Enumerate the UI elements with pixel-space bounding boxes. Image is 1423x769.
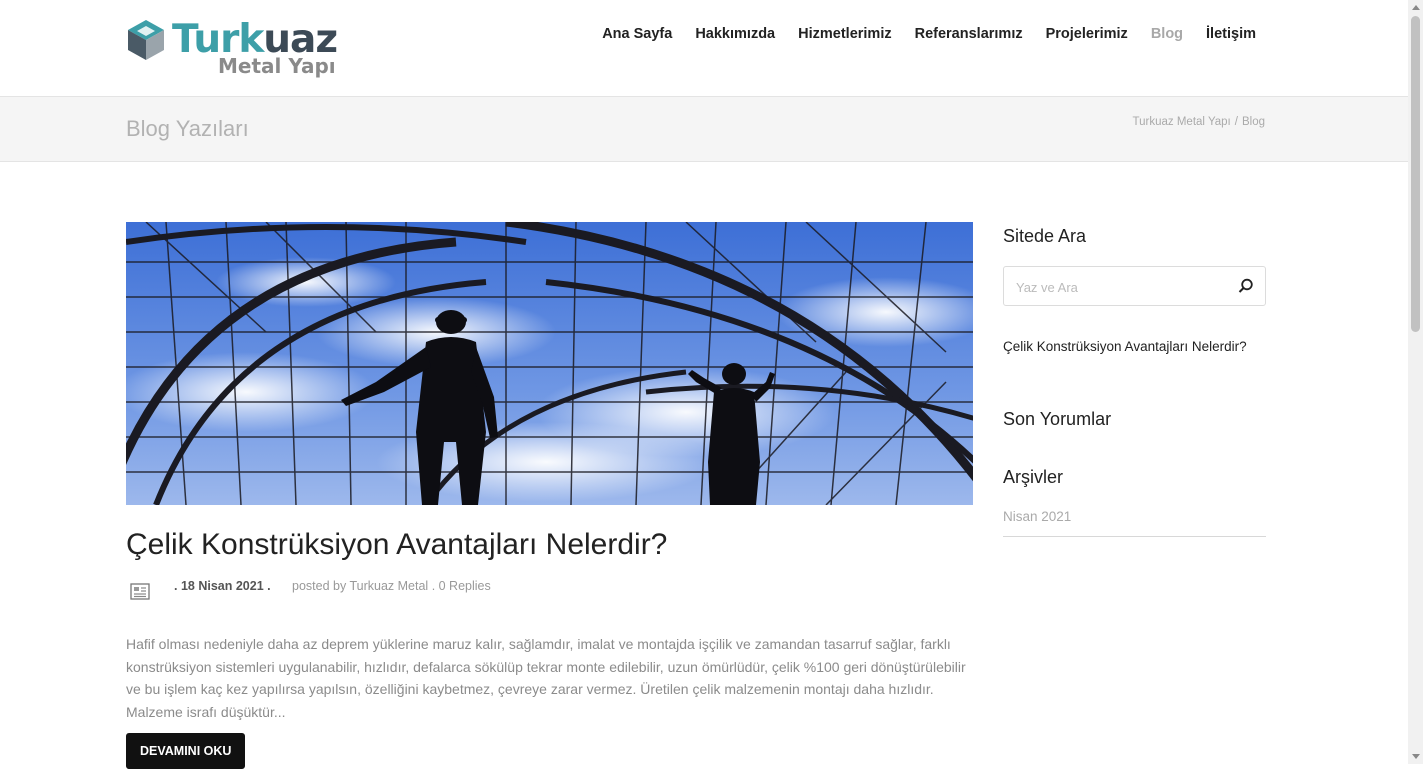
search-box <box>1003 266 1266 306</box>
posted-by-label: posted by <box>292 579 347 593</box>
nav-item-blog[interactable]: Blog <box>1151 24 1183 44</box>
post-date: . 18 Nisan 2021 . <box>174 579 271 593</box>
search-input[interactable] <box>1014 268 1228 306</box>
breadcrumb-home[interactable]: Turkuaz Metal Yapı <box>1133 116 1231 128</box>
site-logo[interactable]: Turkuaz Metal Yapı <box>126 17 338 83</box>
post-meta: . 18 Nisan 2021 . posted by Turkuaz Meta… <box>126 577 973 607</box>
scroll-up-arrow-icon[interactable] <box>1412 5 1420 10</box>
nav-item-iletisim[interactable]: İletişim <box>1206 24 1256 44</box>
nav-item-projelerimiz[interactable]: Projelerimiz <box>1046 24 1128 44</box>
breadcrumb-current: Blog <box>1241 116 1265 128</box>
comments-widget-title: Son Yorumlar <box>1003 409 1112 429</box>
post-author[interactable]: Turkuaz Metal <box>349 579 428 593</box>
archives-widget-title: Arşivler <box>1003 467 1064 487</box>
logo-subtitle: Metal Yapı <box>218 54 336 78</box>
blog-post: Çelik Konstrüksiyon Avantajları Nelerdir… <box>126 222 973 769</box>
scrollbar-thumb[interactable] <box>1411 16 1420 332</box>
logo-cube-icon <box>128 20 164 60</box>
post-excerpt: Hafif olması nedeniyle daha az deprem yü… <box>126 636 966 720</box>
steel-frame-workers-image <box>126 222 973 505</box>
page-title-bar: Blog Yazıları Turkuaz Metal Yapı / Blog <box>0 97 1408 162</box>
nav-item-hizmetlerimiz[interactable]: Hizmetlerimiz <box>798 24 891 44</box>
post-featured-image[interactable] <box>126 222 973 505</box>
recent-post-link[interactable]: Çelik Konstrüksiyon Avantajları Nelerdir… <box>1003 339 1266 354</box>
document-icon <box>130 583 150 600</box>
search-widget-title: Sitede Ara <box>1003 226 1087 246</box>
post-title[interactable]: Çelik Konstrüksiyon Avantajları Nelerdir… <box>126 525 973 565</box>
page-scrollbar[interactable] <box>1408 0 1423 764</box>
breadcrumb-separator: / <box>1234 116 1238 128</box>
search-icon[interactable] <box>1237 277 1255 295</box>
breadcrumb: Turkuaz Metal Yapı / Blog <box>1133 116 1265 128</box>
scroll-down-arrow-icon[interactable] <box>1412 754 1420 759</box>
page-title: Blog Yazıları <box>126 116 249 141</box>
main-nav: Ana Sayfa Hakkımızda Hizmetlerimiz Refer… <box>602 24 1256 44</box>
nav-item-referanslarimiz[interactable]: Referanslarımız <box>915 24 1023 44</box>
sidebar: Sitede Ara Çelik Konstrüksiyon Avantajla… <box>1003 226 1266 537</box>
post-replies[interactable]: . 0 Replies <box>432 579 491 593</box>
archive-item[interactable]: Nisan 2021 <box>1003 509 1266 537</box>
nav-item-ana-sayfa[interactable]: Ana Sayfa <box>602 24 672 44</box>
post-byline: posted by Turkuaz Metal . 0 Replies <box>292 579 491 593</box>
site-header: Turkuaz Metal Yapı Ana Sayfa Hakkımızda … <box>0 0 1408 97</box>
nav-item-hakkimizda[interactable]: Hakkımızda <box>695 24 775 44</box>
